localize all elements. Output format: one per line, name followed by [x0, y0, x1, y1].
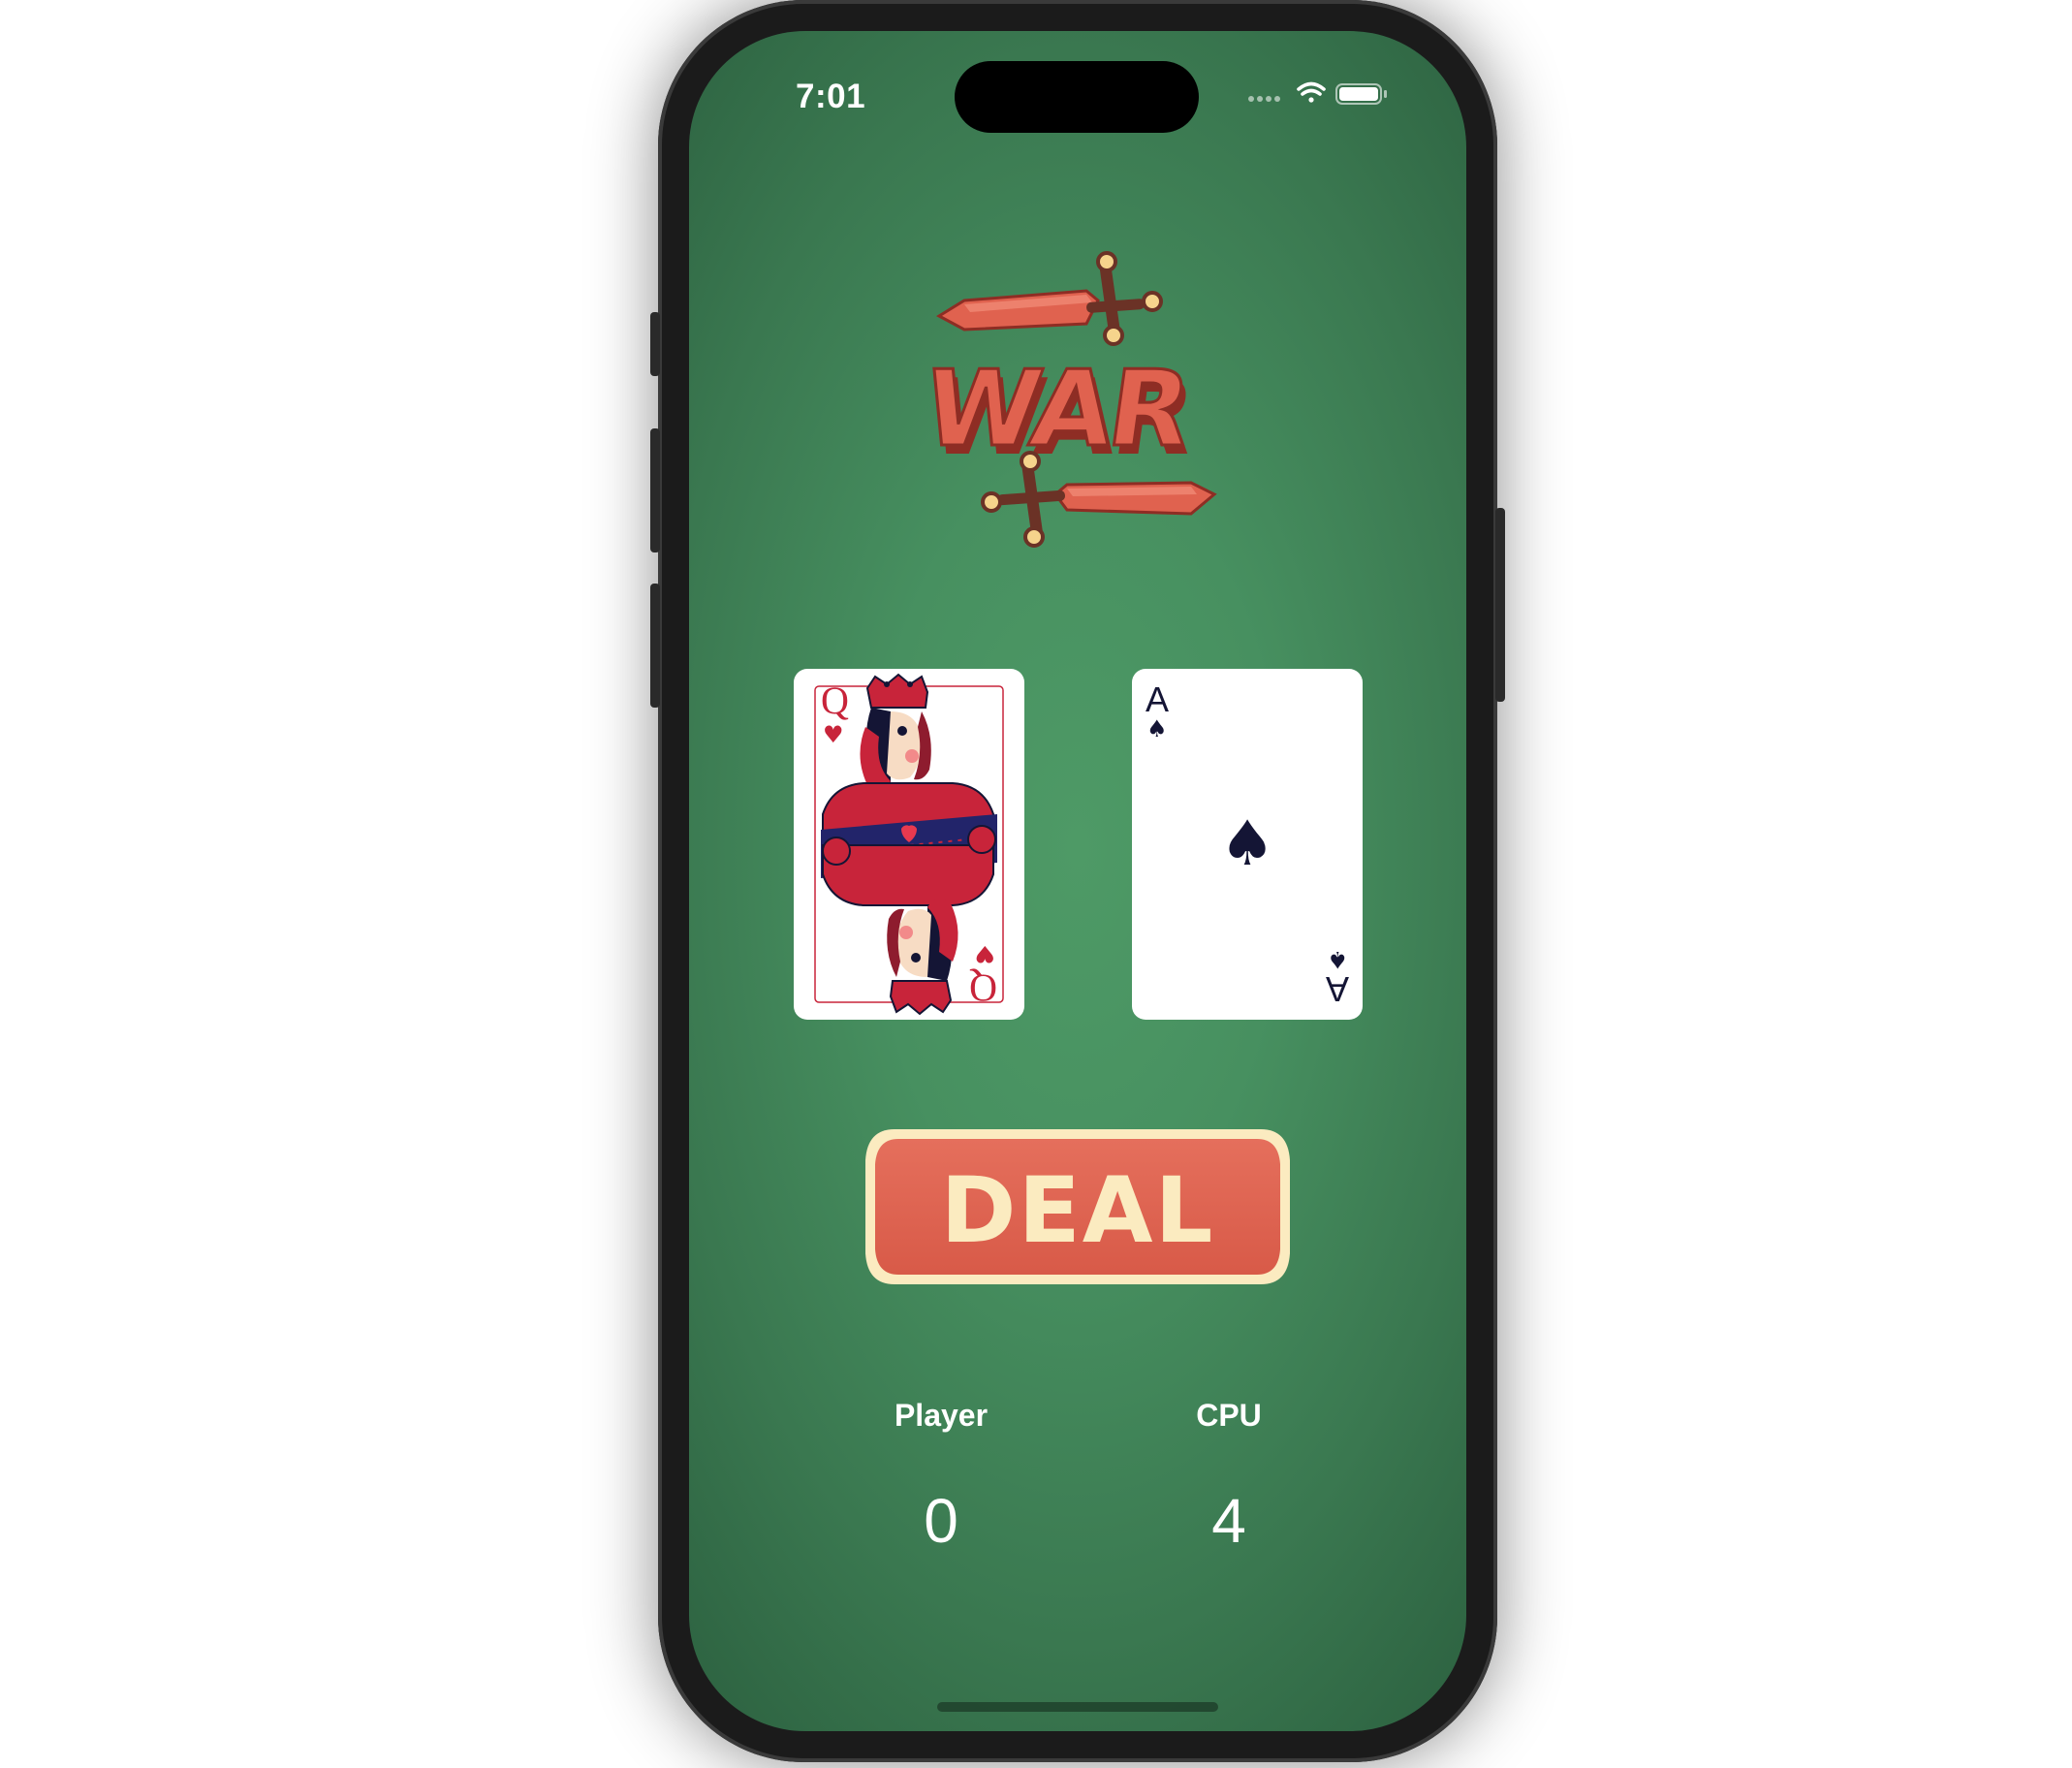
center-spade-icon: ♠ [1219, 808, 1274, 880]
svg-text:A: A [1326, 969, 1349, 1009]
ace-of-spades-face: A ♠ A ♠ ♠ [1146, 679, 1349, 1009]
battery-icon [1335, 83, 1387, 105]
iphone-frame: 7:01 WAR WAR Q ♥ Q ♥ A ♠ A ♠ ♠ DEAL Play… [650, 0, 1505, 1762]
power-button [1495, 508, 1505, 702]
cpu-score: CPU 4 [1122, 1396, 1335, 1555]
card-rank: Q [821, 679, 849, 722]
status-time: 7:01 [796, 78, 866, 115]
action-button [650, 312, 660, 376]
volume-down-button [650, 584, 660, 708]
sword-top-icon [935, 251, 1163, 346]
dynamic-island [955, 61, 1199, 133]
svg-text:♠: ♠ [1327, 946, 1348, 973]
war-wordmark: WAR WAR [931, 346, 1202, 479]
card-rank: A [1146, 679, 1169, 719]
card-suit: ♠ [1146, 715, 1168, 742]
war-logo: WAR WAR [931, 251, 1217, 548]
player-score-value: 0 [924, 1486, 958, 1556]
queen-of-hearts-face: Q ♥ Q ♥ [814, 673, 1004, 1016]
simulator-stage: 7:01 WAR WAR Q ♥ Q ♥ A ♠ A ♠ ♠ DEAL Play… [0, 0, 2072, 1768]
player-card: Q ♥ Q ♥ [794, 669, 1024, 1020]
deal-button[interactable]: DEAL [862, 1125, 1294, 1288]
volume-up-button [650, 428, 660, 552]
cellular-dots-icon [1248, 96, 1280, 102]
svg-text:WAR: WAR [931, 347, 1197, 469]
svg-text:♥: ♥ [974, 940, 995, 967]
status-icons [1248, 81, 1387, 105]
cpu-card: A ♠ A ♠ ♠ [1132, 669, 1363, 1020]
player-label: Player [894, 1398, 989, 1433]
queen-illustration-icon [821, 673, 997, 1016]
card-suit: ♥ [823, 721, 844, 748]
cpu-score-value: 4 [1211, 1486, 1246, 1556]
svg-text:Q: Q [969, 966, 997, 1010]
deal-label[interactable]: DEAL [941, 1158, 1215, 1264]
app-screen: 7:01 WAR WAR Q ♥ Q ♥ A ♠ A ♠ ♠ DEAL Play… [689, 31, 1466, 1731]
player-score: Player 0 [834, 1396, 1048, 1555]
wifi-icon [1297, 81, 1326, 103]
home-indicator[interactable] [937, 1702, 1218, 1712]
cpu-label: CPU [1196, 1398, 1262, 1433]
